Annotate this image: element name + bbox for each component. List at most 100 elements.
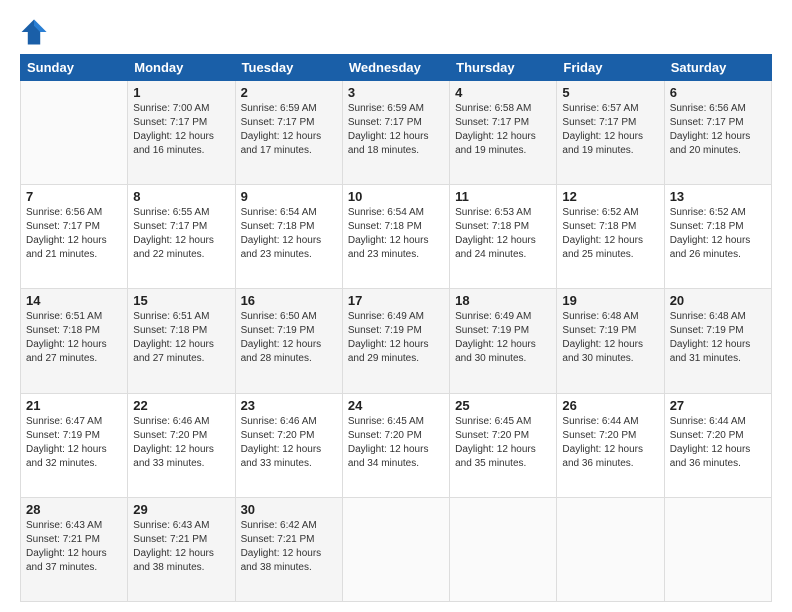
day-info: Sunrise: 6:43 AMSunset: 7:21 PMDaylight:… (26, 519, 122, 575)
day-number: 10 (348, 189, 444, 204)
day-number: 26 (562, 398, 658, 413)
day-number: 1 (133, 85, 229, 100)
day-cell: 19Sunrise: 6:48 AMSunset: 7:19 PMDayligh… (557, 289, 664, 393)
col-header-monday: Monday (128, 55, 235, 81)
week-row-4: 21Sunrise: 6:47 AMSunset: 7:19 PMDayligh… (21, 393, 772, 497)
col-header-sunday: Sunday (21, 55, 128, 81)
day-info: Sunrise: 6:47 AMSunset: 7:19 PMDaylight:… (26, 415, 122, 471)
day-cell: 3Sunrise: 6:59 AMSunset: 7:17 PMDaylight… (342, 81, 449, 185)
logo-icon (20, 18, 48, 46)
day-info: Sunrise: 6:44 AMSunset: 7:20 PMDaylight:… (670, 415, 766, 471)
day-cell: 9 Sunrise: 6:54 AMSunset: 7:18 PMDaylight… (235, 185, 342, 289)
day-cell: 27 Sunrise: 6:44 AMSunset: 7:20 PMDayligh… (664, 393, 771, 497)
day-info: Sunrise: 6:54 AMSunset: 7:18 PMDaylight:… (241, 206, 337, 262)
day-cell: 25 Sunrise: 6:45 AMSunset: 7:20 PMDayligh… (450, 393, 557, 497)
day-info: Sunrise: 6:48 AMSunset: 7:19 PMDaylight:… (670, 310, 766, 366)
day-number: 27 (670, 398, 766, 413)
day-number: 8 (133, 189, 229, 204)
day-number: 14 (26, 293, 122, 308)
day-cell: 5 Sunrise: 6:57 AMSunset: 7:17 PMDaylight… (557, 81, 664, 185)
day-number: 4 (455, 85, 551, 100)
day-cell (664, 497, 771, 601)
day-cell: 24 Sunrise: 6:45 AMSunset: 7:20 PMDayligh… (342, 393, 449, 497)
day-info: Sunrise: 6:49 AMSunset: 7:19 PMDaylight:… (348, 310, 444, 366)
day-number: 9 (241, 189, 337, 204)
day-cell: 28 Sunrise: 6:43 AMSunset: 7:21 PMDayligh… (21, 497, 128, 601)
page: SundayMondayTuesdayWednesdayThursdayFrid… (0, 0, 792, 612)
day-cell: 13 Sunrise: 6:52 AMSunset: 7:18 PMDayligh… (664, 185, 771, 289)
day-info: Sunrise: 6:53 AMSunset: 7:18 PMDaylight:… (455, 206, 551, 262)
day-info: Sunrise: 6:45 AMSunset: 7:20 PMDaylight:… (348, 415, 444, 471)
day-number: 3 (348, 85, 444, 100)
day-number: 11 (455, 189, 551, 204)
day-cell: 21Sunrise: 6:47 AMSunset: 7:19 PMDayligh… (21, 393, 128, 497)
day-cell: 22 Sunrise: 6:46 AMSunset: 7:20 PMDayligh… (128, 393, 235, 497)
day-cell: 16 Sunrise: 6:50 AMSunset: 7:19 PMDayligh… (235, 289, 342, 393)
day-cell: 29 Sunrise: 6:43 AMSunset: 7:21 PMDayligh… (128, 497, 235, 601)
day-number: 12 (562, 189, 658, 204)
day-info: Sunrise: 6:52 AMSunset: 7:18 PMDaylight:… (670, 206, 766, 262)
header (20, 18, 772, 46)
day-number: 28 (26, 502, 122, 517)
day-number: 30 (241, 502, 337, 517)
day-info: Sunrise: 6:43 AMSunset: 7:21 PMDaylight:… (133, 519, 229, 575)
day-number: 7 (26, 189, 122, 204)
day-cell: 20 Sunrise: 6:48 AMSunset: 7:19 PMDayligh… (664, 289, 771, 393)
day-number: 6 (670, 85, 766, 100)
day-cell (342, 497, 449, 601)
day-cell: 12 Sunrise: 6:52 AMSunset: 7:18 PMDayligh… (557, 185, 664, 289)
day-info: Sunrise: 6:56 AMSunset: 7:17 PMDaylight:… (670, 102, 766, 158)
day-info: Sunrise: 6:46 AMSunset: 7:20 PMDaylight:… (241, 415, 337, 471)
day-cell (21, 81, 128, 185)
day-info: Sunrise: 6:50 AMSunset: 7:19 PMDaylight:… (241, 310, 337, 366)
day-info: Sunrise: 6:56 AMSunset: 7:17 PMDaylight:… (26, 206, 122, 262)
col-header-thursday: Thursday (450, 55, 557, 81)
day-number: 2 (241, 85, 337, 100)
day-info: Sunrise: 6:46 AMSunset: 7:20 PMDaylight:… (133, 415, 229, 471)
day-info: Sunrise: 7:00 AMSunset: 7:17 PMDaylight:… (133, 102, 229, 158)
col-header-tuesday: Tuesday (235, 55, 342, 81)
day-cell: 11 Sunrise: 6:53 AMSunset: 7:18 PMDayligh… (450, 185, 557, 289)
day-info: Sunrise: 6:57 AMSunset: 7:17 PMDaylight:… (562, 102, 658, 158)
day-cell: 23Sunrise: 6:46 AMSunset: 7:20 PMDayligh… (235, 393, 342, 497)
col-header-friday: Friday (557, 55, 664, 81)
day-number: 25 (455, 398, 551, 413)
day-cell: 6 Sunrise: 6:56 AMSunset: 7:17 PMDaylight… (664, 81, 771, 185)
day-number: 29 (133, 502, 229, 517)
day-number: 22 (133, 398, 229, 413)
day-info: Sunrise: 6:59 AMSunset: 7:17 PMDaylight:… (241, 102, 337, 158)
day-cell: 15Sunrise: 6:51 AMSunset: 7:18 PMDayligh… (128, 289, 235, 393)
week-row-5: 28 Sunrise: 6:43 AMSunset: 7:21 PMDayligh… (21, 497, 772, 601)
day-cell: 8Sunrise: 6:55 AMSunset: 7:17 PMDaylight… (128, 185, 235, 289)
day-number: 5 (562, 85, 658, 100)
day-cell: 4 Sunrise: 6:58 AMSunset: 7:17 PMDaylight… (450, 81, 557, 185)
day-cell: 2 Sunrise: 6:59 AMSunset: 7:17 PMDaylight… (235, 81, 342, 185)
day-info: Sunrise: 6:49 AMSunset: 7:19 PMDaylight:… (455, 310, 551, 366)
week-row-2: 7 Sunrise: 6:56 AMSunset: 7:17 PMDaylight… (21, 185, 772, 289)
day-number: 13 (670, 189, 766, 204)
header-row: SundayMondayTuesdayWednesdayThursdayFrid… (21, 55, 772, 81)
day-cell: 18 Sunrise: 6:49 AMSunset: 7:19 PMDayligh… (450, 289, 557, 393)
day-cell (557, 497, 664, 601)
day-cell (450, 497, 557, 601)
day-info: Sunrise: 6:44 AMSunset: 7:20 PMDaylight:… (562, 415, 658, 471)
day-number: 18 (455, 293, 551, 308)
day-info: Sunrise: 6:54 AMSunset: 7:18 PMDaylight:… (348, 206, 444, 262)
day-info: Sunrise: 6:58 AMSunset: 7:17 PMDaylight:… (455, 102, 551, 158)
day-number: 17 (348, 293, 444, 308)
day-number: 16 (241, 293, 337, 308)
day-cell: 30Sunrise: 6:42 AMSunset: 7:21 PMDayligh… (235, 497, 342, 601)
day-info: Sunrise: 6:52 AMSunset: 7:18 PMDaylight:… (562, 206, 658, 262)
day-number: 24 (348, 398, 444, 413)
day-cell: 7 Sunrise: 6:56 AMSunset: 7:17 PMDaylight… (21, 185, 128, 289)
day-cell: 17 Sunrise: 6:49 AMSunset: 7:19 PMDayligh… (342, 289, 449, 393)
logo (20, 18, 52, 46)
day-cell: 1 Sunrise: 7:00 AMSunset: 7:17 PMDaylight… (128, 81, 235, 185)
week-row-3: 14Sunrise: 6:51 AMSunset: 7:18 PMDayligh… (21, 289, 772, 393)
week-row-1: 1 Sunrise: 7:00 AMSunset: 7:17 PMDaylight… (21, 81, 772, 185)
day-info: Sunrise: 6:45 AMSunset: 7:20 PMDaylight:… (455, 415, 551, 471)
day-cell: 14Sunrise: 6:51 AMSunset: 7:18 PMDayligh… (21, 289, 128, 393)
day-cell: 26 Sunrise: 6:44 AMSunset: 7:20 PMDayligh… (557, 393, 664, 497)
day-number: 20 (670, 293, 766, 308)
day-number: 15 (133, 293, 229, 308)
